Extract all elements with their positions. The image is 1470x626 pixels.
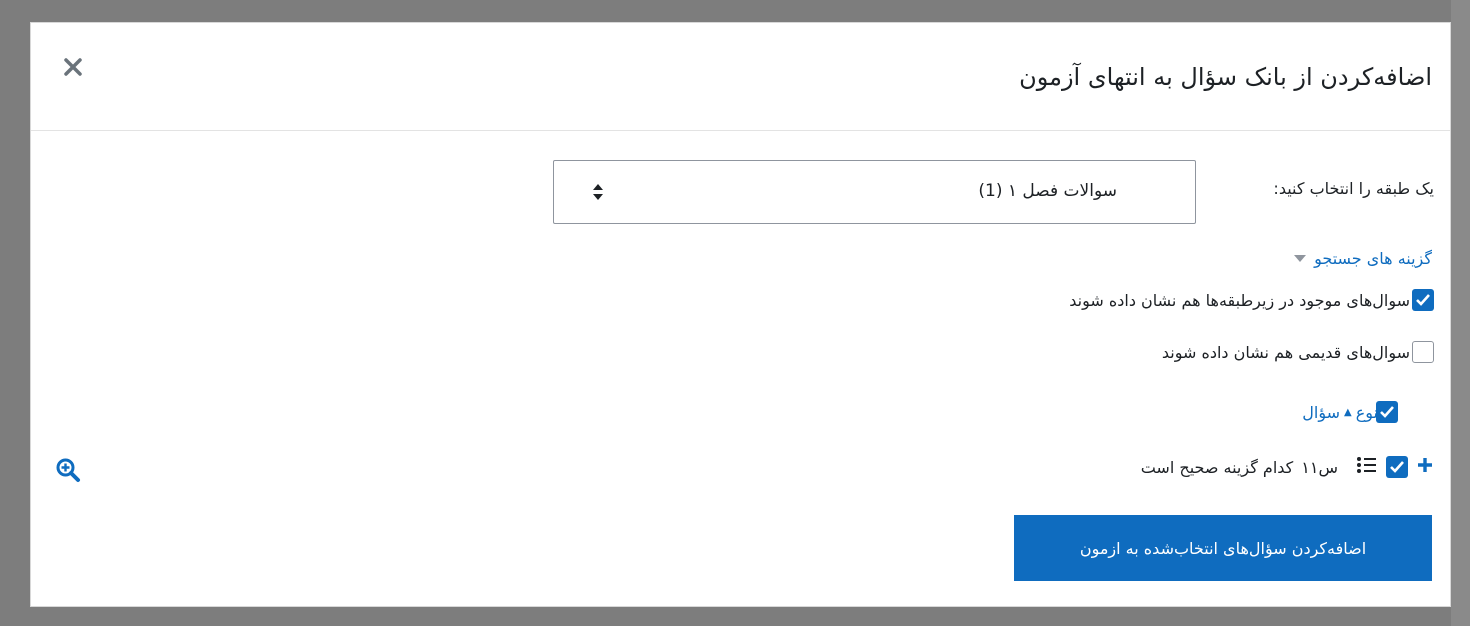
add-question-icon[interactable] xyxy=(1416,456,1434,478)
show-old-questions-label: سوال‌های قدیمی هم نشان داده شوند xyxy=(1161,342,1410,362)
search-options-label: گزینه های جستجو xyxy=(1314,249,1432,268)
zoom-in-icon[interactable] xyxy=(55,457,81,483)
sort-asc-icon: ▲ xyxy=(1344,406,1352,418)
question-checkbox[interactable] xyxy=(1386,456,1408,478)
caret-down-icon xyxy=(1294,255,1307,262)
category-selected-value: سوالات فصل ۱ (1) xyxy=(978,181,1117,201)
table-header-row: نوع ▲ سؤال xyxy=(1302,401,1398,423)
question-text: کدام گزینه صحیح است xyxy=(1140,457,1294,477)
question-name: س۱۱ xyxy=(1301,457,1338,477)
show-subcategories-label: سوال‌های موجود در زیرطبقه‌ها هم نشان داد… xyxy=(1069,290,1410,310)
show-subcategories-option[interactable]: سوال‌های موجود در زیرطبقه‌ها هم نشان داد… xyxy=(1069,289,1434,311)
show-subcategories-checkbox[interactable] xyxy=(1412,289,1434,311)
category-label: یک طبقه را انتخاب کنید: xyxy=(1273,179,1434,198)
add-selected-questions-button[interactable]: اضافه‌کردن سؤال‌های انتخاب‌شده به ازمون xyxy=(1014,515,1432,581)
select-arrows-icon xyxy=(592,183,604,201)
question-name-header[interactable]: سؤال xyxy=(1302,403,1340,422)
close-icon[interactable] xyxy=(61,55,85,79)
dialog-title: اضافه‌کردن از بانک سؤال به انتهای آزمون xyxy=(1019,63,1432,91)
search-options-toggle[interactable]: گزینه های جستجو xyxy=(1294,249,1432,268)
background-page xyxy=(1451,0,1470,626)
show-old-questions-checkbox[interactable] xyxy=(1412,341,1434,363)
show-old-questions-option[interactable]: سوال‌های قدیمی هم نشان داده شوند xyxy=(1162,341,1434,363)
question-type-header[interactable]: نوع xyxy=(1356,403,1378,422)
table-row: س۱۱ کدام گزینه صحیح است xyxy=(1141,455,1434,479)
dialog-header: اضافه‌کردن از بانک سؤال به انتهای آزمون xyxy=(31,23,1450,131)
category-select[interactable]: سوالات فصل ۱ (1) xyxy=(553,160,1196,224)
multichoice-type-icon xyxy=(1356,455,1378,479)
add-from-question-bank-dialog: اضافه‌کردن از بانک سؤال به انتهای آزمون … xyxy=(30,22,1451,607)
select-all-checkbox[interactable] xyxy=(1376,401,1398,423)
